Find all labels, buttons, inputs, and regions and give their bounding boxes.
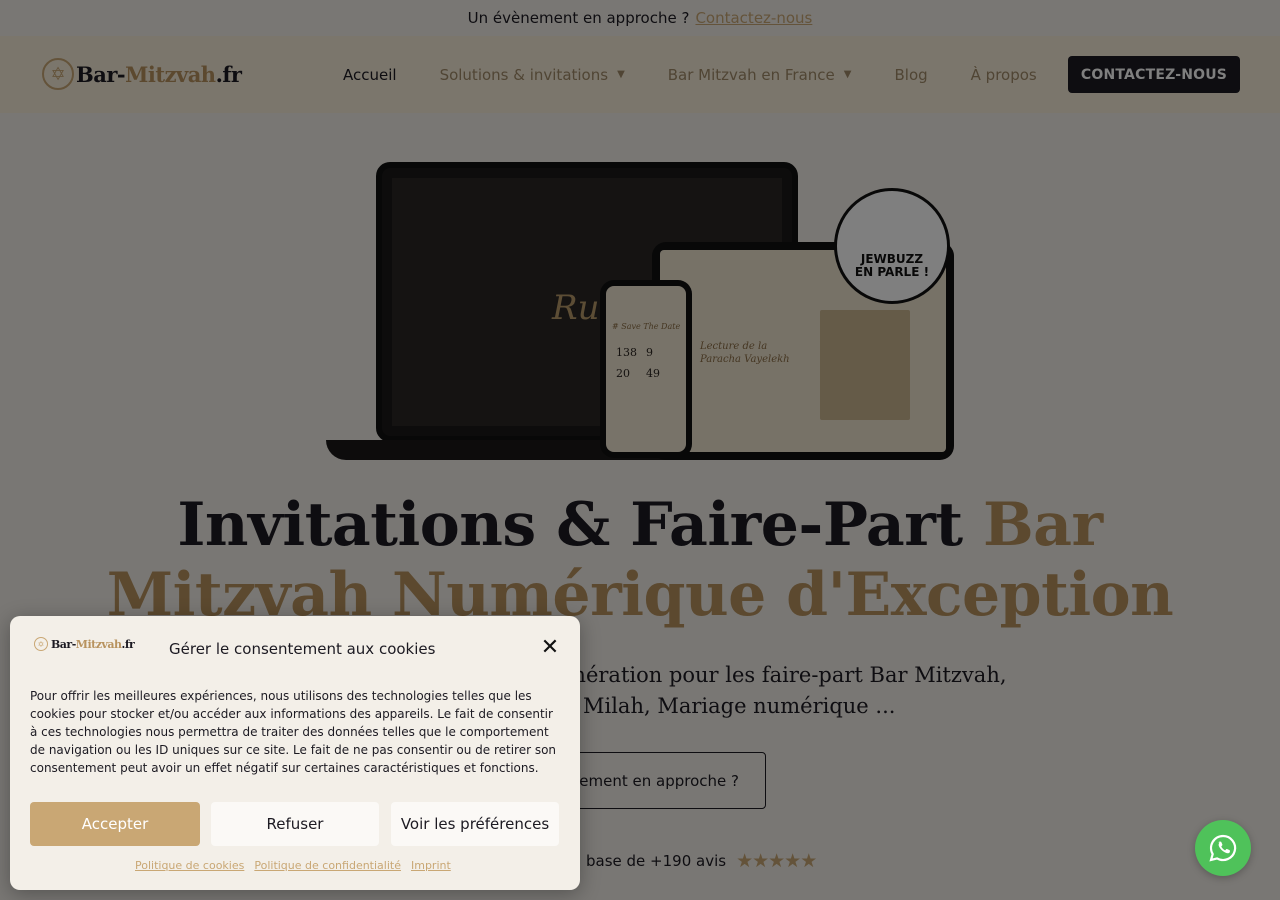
- modal-logo: ✡ Bar-Mitzvah.fr: [34, 637, 135, 651]
- privacy-policy-link[interactable]: Politique de confidentialité: [254, 859, 401, 872]
- imprint-link[interactable]: Imprint: [411, 859, 451, 872]
- close-icon[interactable]: ✕: [540, 637, 560, 659]
- refuse-button[interactable]: Refuser: [211, 802, 379, 846]
- preferences-button[interactable]: Voir les préférences: [391, 802, 559, 846]
- modal-title: Gérer le consentement aux cookies: [169, 640, 436, 658]
- whatsapp-icon: [1209, 834, 1237, 862]
- modal-body-text: Pour offrir les meilleures expériences, …: [30, 689, 557, 775]
- whatsapp-button[interactable]: [1195, 820, 1251, 876]
- accept-button[interactable]: Accepter: [30, 802, 200, 846]
- policy-links: Politique de cookies Politique de confid…: [135, 859, 461, 872]
- cookie-policy-link[interactable]: Politique de cookies: [135, 859, 244, 872]
- cookie-consent-modal: ✡ Bar-Mitzvah.fr Gérer le consentement a…: [10, 616, 580, 890]
- star-of-david-icon: ✡: [34, 637, 48, 651]
